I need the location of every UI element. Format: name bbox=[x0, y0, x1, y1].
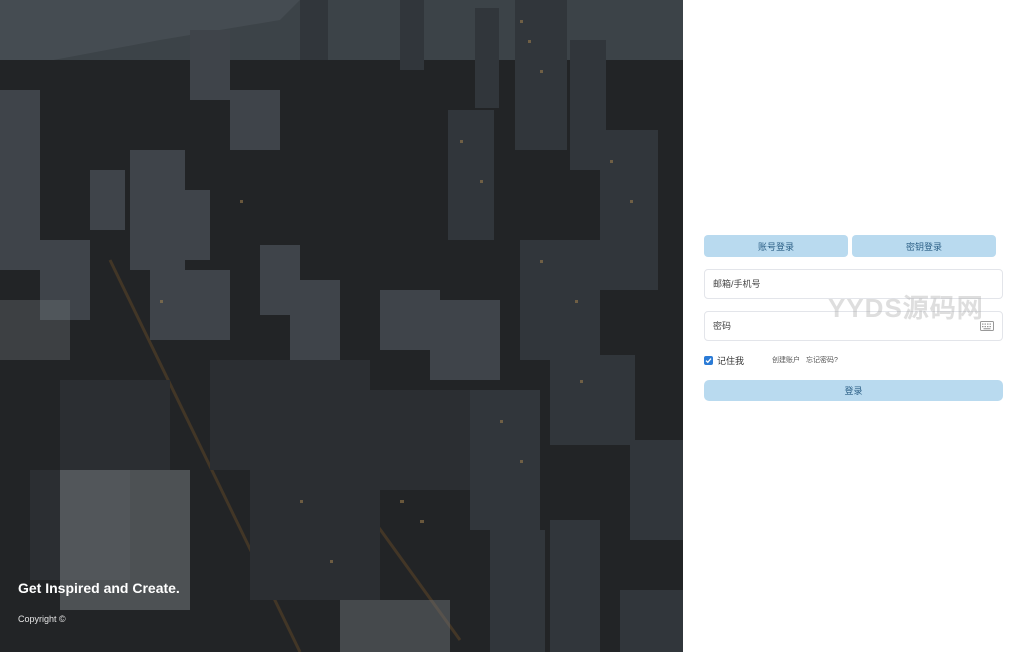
city-aerial-illustration bbox=[0, 0, 683, 652]
keyboard-icon[interactable] bbox=[980, 321, 994, 331]
remember-checkbox[interactable] bbox=[704, 355, 713, 365]
create-account-link[interactable]: 创建账户 bbox=[772, 355, 800, 365]
hero-background-image: Get Inspired and Create. Copyright © bbox=[0, 0, 683, 652]
password-input[interactable] bbox=[713, 321, 980, 331]
remember-row: 记住我 创建账户 忘记密码? bbox=[704, 353, 1004, 367]
tab-key-login[interactable]: 密钥登录 bbox=[852, 235, 996, 257]
hero-title: Get Inspired and Create. bbox=[18, 580, 180, 596]
password-field[interactable] bbox=[704, 311, 1003, 341]
remember-label[interactable]: 记住我 bbox=[717, 354, 744, 367]
hero-copyright: Copyright © bbox=[18, 614, 66, 624]
forgot-password-link[interactable]: 忘记密码? bbox=[806, 355, 838, 365]
username-field[interactable] bbox=[704, 269, 1003, 299]
check-icon bbox=[705, 357, 712, 363]
login-button[interactable]: 登录 bbox=[704, 380, 1003, 401]
login-tabs: 账号登录 密钥登录 bbox=[704, 235, 996, 257]
tab-account-login[interactable]: 账号登录 bbox=[704, 235, 848, 257]
login-panel: 账号登录 密钥登录 记住我 创建账户 忘记密码? 登录 bbox=[683, 0, 1024, 652]
username-input[interactable] bbox=[713, 279, 994, 289]
